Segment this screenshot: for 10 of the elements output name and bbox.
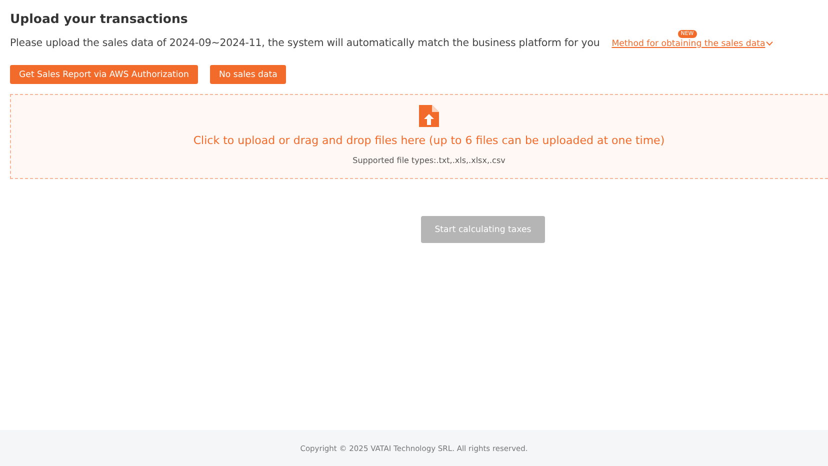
chevron-icon[interactable] — [766, 41, 774, 46]
method-link[interactable]: Method for obtaining the sales data — [612, 38, 766, 48]
action-button[interactable]: Get Sales Report via AWS Authorization — [10, 65, 198, 84]
file-types-hint: Supported file types:.txt,.xls,.xlsx,.csv — [352, 156, 506, 165]
file-upload-icon — [419, 105, 439, 127]
upload-prompt: Click to upload or drag and drop files here (up to 6 files can be uploaded at one time) — [193, 134, 665, 147]
upload-dropzone[interactable]: Click to upload or drag and drop files here (up to 6 files can be uploaded at one time) Supported file types:.txt,.xls,.xlsx,.csv — [10, 94, 828, 179]
page-title: Upload your transactions — [10, 11, 189, 26]
description-text: Please upload the sales data of 2024-09~2024-11, the system will automatically match the business platform for you — [10, 38, 600, 49]
action-button[interactable]: No sales data — [210, 65, 286, 84]
